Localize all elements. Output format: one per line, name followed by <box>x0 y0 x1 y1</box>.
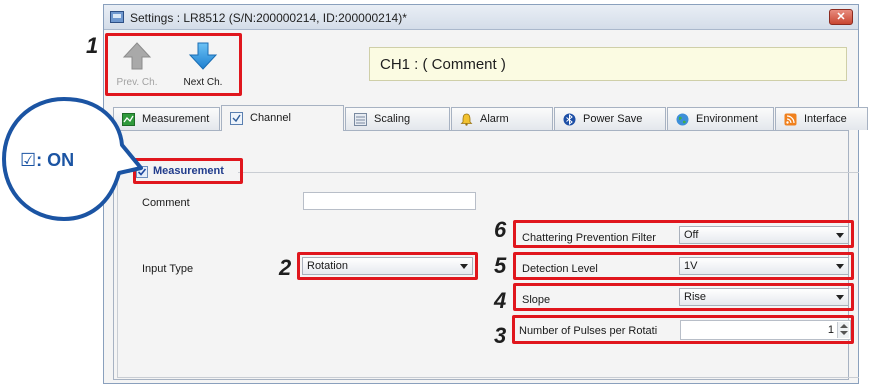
tab-label: Alarm <box>480 113 509 125</box>
tab-label: Environment <box>696 113 758 125</box>
bluetooth-icon <box>563 113 576 126</box>
tab-label: Scaling <box>374 113 411 125</box>
highlight-nav-buttons <box>105 33 242 96</box>
step-number-1: 1 <box>86 33 99 58</box>
tab-channel[interactable]: Channel <box>221 105 344 131</box>
callout-bubble: ☑: ON <box>0 95 160 225</box>
tab-label: Power Save <box>583 113 643 125</box>
step-number-6: 6 <box>494 217 507 242</box>
tab-scaling[interactable]: Scaling <box>345 107 450 130</box>
tab-environment[interactable]: Environment <box>667 107 774 130</box>
tab-label: Channel <box>250 112 291 124</box>
highlight-slope <box>513 283 854 311</box>
input-type-label: Input Type <box>142 263 194 275</box>
step-number-4: 4 <box>494 288 507 313</box>
highlight-detection-level <box>513 252 854 280</box>
highlight-input-type <box>297 252 478 280</box>
callout-text: : ON <box>36 150 75 170</box>
step-number-5: 5 <box>494 253 507 278</box>
channel-icon <box>230 112 243 125</box>
step-number-2: 2 <box>279 255 292 280</box>
globe-icon <box>676 113 689 126</box>
highlight-pulses <box>512 315 854 344</box>
rss-icon <box>784 113 797 126</box>
tab-power-save[interactable]: Power Save <box>554 107 666 130</box>
scaling-icon <box>354 113 367 126</box>
checkbox-icon: ☑ <box>20 150 37 170</box>
comment-input[interactable] <box>303 192 476 210</box>
tab-label: Interface <box>804 113 847 125</box>
callout-label: ☑: ON <box>20 150 74 171</box>
tab-interface[interactable]: Interface <box>775 107 868 130</box>
bell-icon <box>460 113 473 126</box>
tab-alarm[interactable]: Alarm <box>451 107 553 130</box>
tab-strip: Measurement Channel Scaling Alarm Power … <box>113 105 868 131</box>
step-number-3: 3 <box>494 323 507 348</box>
highlight-chattering-filter <box>513 220 854 248</box>
